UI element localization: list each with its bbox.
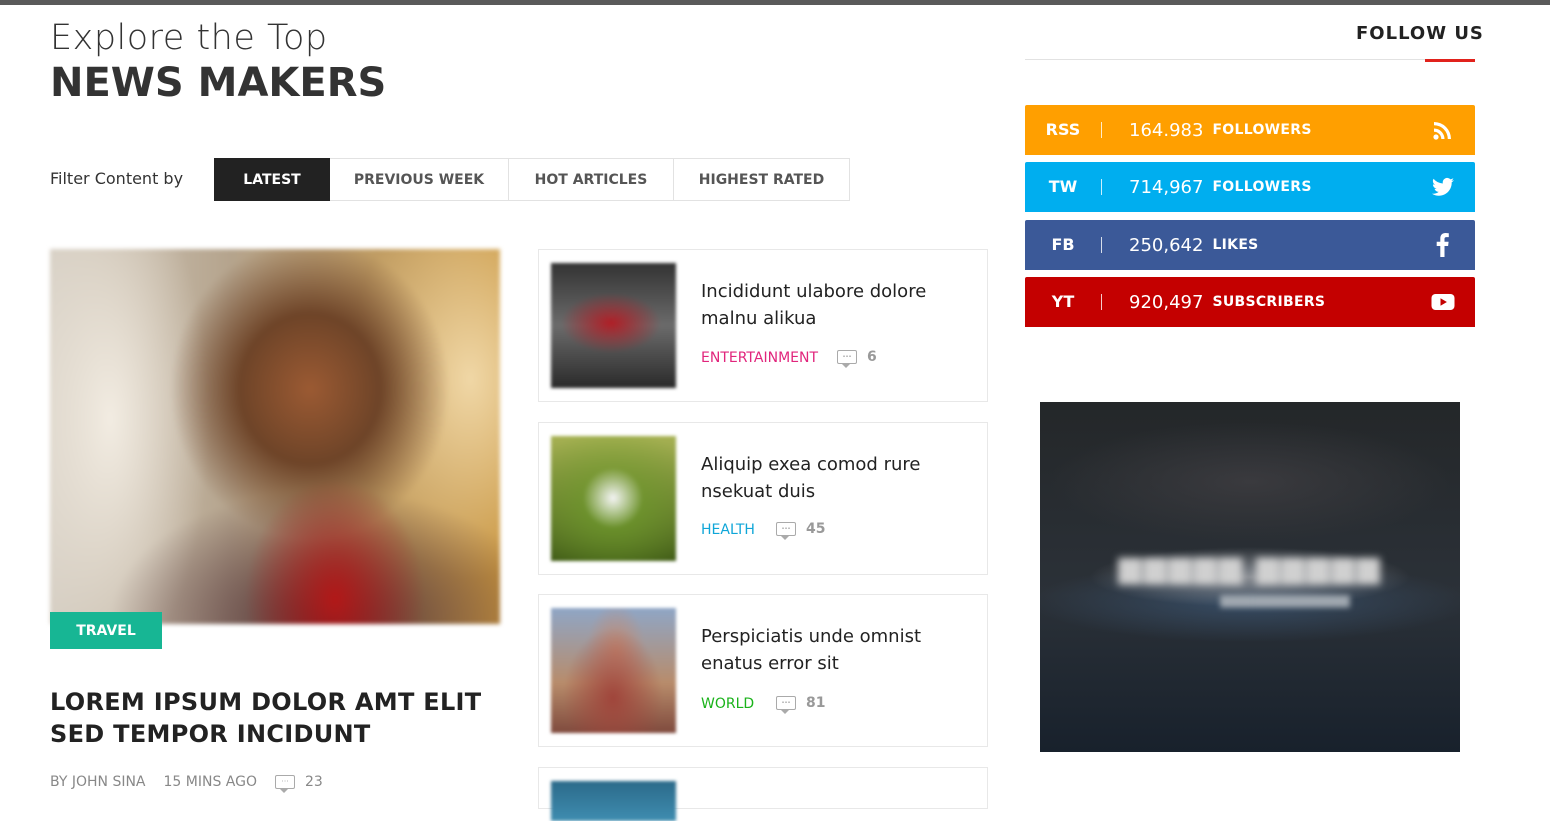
follow-us-title: FOLLOW US bbox=[1356, 23, 1484, 44]
top-bar bbox=[0, 0, 1550, 5]
featured-title[interactable]: LOREM IPSUM DOLOR AMT ELIT SED TEMPOR IN… bbox=[50, 686, 510, 750]
social-label: SUBSCRIBERS bbox=[1212, 294, 1326, 310]
article-category[interactable]: WORLD bbox=[701, 696, 754, 712]
comment-icon: ··· bbox=[776, 696, 796, 714]
article-card[interactable] bbox=[538, 767, 988, 821]
comment-icon: ··· bbox=[776, 522, 796, 540]
article-thumbnail[interactable] bbox=[551, 608, 676, 733]
article-category[interactable]: HEALTH bbox=[701, 522, 755, 538]
tab-highest-rated[interactable]: HIGHEST RATED bbox=[674, 158, 850, 201]
ad-subline-blurred: ▆▆▆▆▆▆▆▆▆▆▆▆ bbox=[1220, 592, 1350, 608]
social-twitter[interactable]: TW 714,967 FOLLOWERS bbox=[1025, 162, 1475, 212]
social-rss[interactable]: RSS 164.983 FOLLOWERS bbox=[1025, 105, 1475, 155]
article-category[interactable]: ENTERTAINMENT bbox=[701, 350, 818, 366]
featured-category-badge[interactable]: TRAVEL bbox=[50, 612, 162, 649]
social-label: FOLLOWERS bbox=[1212, 122, 1312, 138]
featured-image[interactable] bbox=[50, 249, 500, 624]
rss-icon bbox=[1433, 122, 1451, 140]
social-count: 250,642 bbox=[1129, 234, 1204, 256]
social-count: 920,497 bbox=[1129, 291, 1204, 313]
article-title[interactable]: Aliquip exea comod rure nsekuat duis bbox=[701, 451, 971, 505]
filter-tabs: LATEST PREVIOUS WEEK HOT ARTICLES HIGHES… bbox=[214, 158, 850, 201]
article-comments[interactable]: ··· 6 bbox=[837, 349, 877, 368]
article-card[interactable]: Incididunt ulabore dolore malnu alikua E… bbox=[538, 249, 988, 402]
social-abbr: FB bbox=[1025, 237, 1102, 253]
article-comment-count: 6 bbox=[867, 349, 877, 365]
article-thumbnail[interactable] bbox=[551, 436, 676, 561]
section-title: NEWS MAKERS bbox=[50, 60, 387, 106]
follow-divider bbox=[1025, 59, 1475, 60]
social-abbr: RSS bbox=[1025, 122, 1102, 138]
article-thumbnail[interactable] bbox=[551, 263, 676, 388]
social-count: 164.983 bbox=[1129, 119, 1204, 141]
article-comments[interactable]: ··· 45 bbox=[776, 521, 826, 540]
article-comments[interactable]: ··· 81 bbox=[776, 695, 826, 714]
facebook-icon bbox=[1436, 233, 1449, 257]
social-abbr: TW bbox=[1025, 179, 1102, 195]
social-label: LIKES bbox=[1212, 237, 1259, 253]
comment-icon: ··· bbox=[275, 775, 295, 793]
social-facebook[interactable]: FB 250,642 LIKES bbox=[1025, 220, 1475, 270]
article-thumbnail[interactable] bbox=[551, 781, 676, 821]
article-comment-count: 81 bbox=[806, 695, 826, 711]
tab-hot-articles[interactable]: HOT ARTICLES bbox=[509, 158, 674, 201]
social-youtube[interactable]: YT 920,497 SUBSCRIBERS bbox=[1025, 277, 1475, 327]
comment-icon: ··· bbox=[837, 350, 857, 368]
article-title[interactable]: Perspiciatis unde omnist enatus error si… bbox=[701, 623, 971, 677]
article-comment-count: 45 bbox=[806, 521, 826, 537]
article-title[interactable]: Incididunt ulabore dolore malnu alikua bbox=[701, 278, 971, 332]
youtube-icon bbox=[1431, 294, 1455, 310]
social-count: 714,967 bbox=[1129, 176, 1204, 198]
social-abbr: YT bbox=[1025, 294, 1102, 310]
ad-headline-blurred: ▆▆▆▆▆ ▆▆▆▆▆ bbox=[1118, 550, 1382, 585]
article-card[interactable]: Perspiciatis unde omnist enatus error si… bbox=[538, 594, 988, 747]
follow-accent-bar bbox=[1425, 59, 1475, 62]
tab-latest[interactable]: LATEST bbox=[214, 158, 330, 201]
filter-label: Filter Content by bbox=[50, 169, 184, 188]
article-card[interactable]: Aliquip exea comod rure nsekuat duis HEA… bbox=[538, 422, 988, 575]
advertisement-banner[interactable]: ▆▆▆▆▆ ▆▆▆▆▆ ▆▆▆▆▆▆▆▆▆▆▆▆ bbox=[1040, 402, 1460, 752]
tab-previous-week[interactable]: PREVIOUS WEEK bbox=[330, 158, 509, 201]
social-label: FOLLOWERS bbox=[1212, 179, 1312, 195]
twitter-icon bbox=[1432, 177, 1454, 196]
section-subtitle: Explore the Top bbox=[50, 18, 328, 58]
